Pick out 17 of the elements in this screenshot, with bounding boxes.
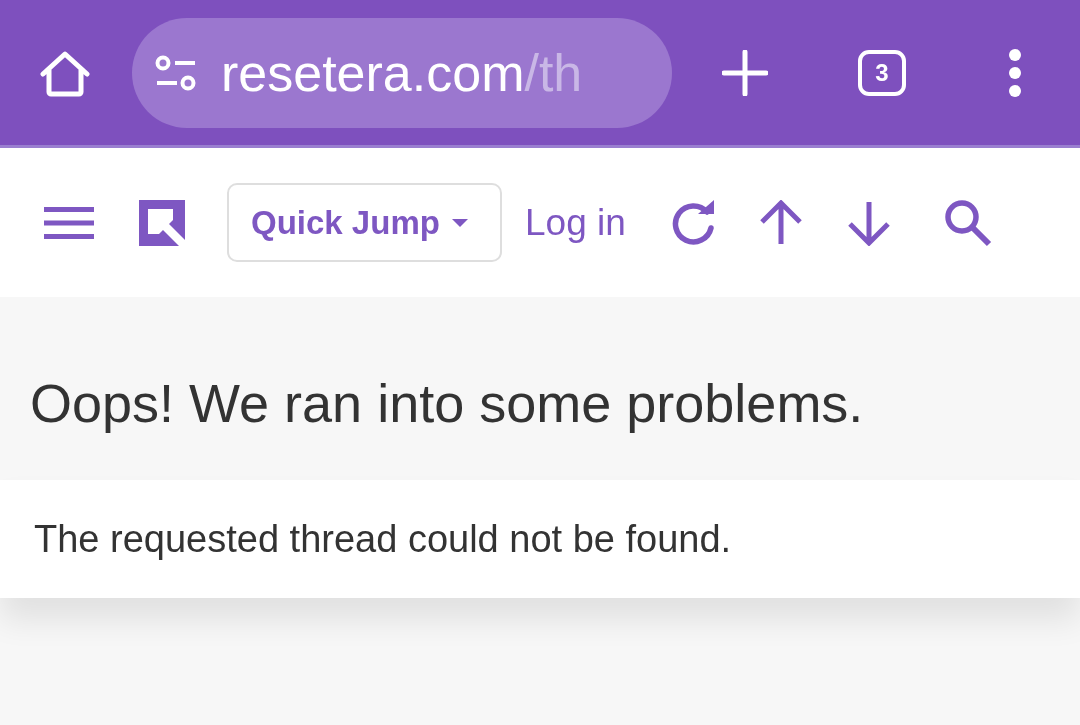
plus-icon[interactable] xyxy=(722,49,768,96)
quick-jump-button[interactable]: Quick Jump xyxy=(227,183,502,262)
site-settings-icon[interactable] xyxy=(155,54,197,91)
address-bar[interactable]: resetera.com/th xyxy=(132,17,672,128)
search-icon[interactable] xyxy=(943,198,992,247)
menu-icon[interactable] xyxy=(44,206,94,239)
url-domain-text: resetera.com xyxy=(221,42,525,103)
url-path-text: /th xyxy=(524,42,583,103)
home-icon[interactable] xyxy=(40,51,90,97)
arrow-down-icon[interactable] xyxy=(845,199,892,246)
caret-icon xyxy=(451,218,468,227)
tab-switcher-button[interactable]: 3 xyxy=(858,49,906,96)
error-message: The requested thread could not be found. xyxy=(34,517,732,561)
login-link[interactable]: Log in xyxy=(525,201,626,244)
error-title: Oops! We ran into some problems. xyxy=(30,373,865,433)
more-menu-icon[interactable] xyxy=(1008,48,1022,97)
logo-icon[interactable] xyxy=(139,199,185,246)
